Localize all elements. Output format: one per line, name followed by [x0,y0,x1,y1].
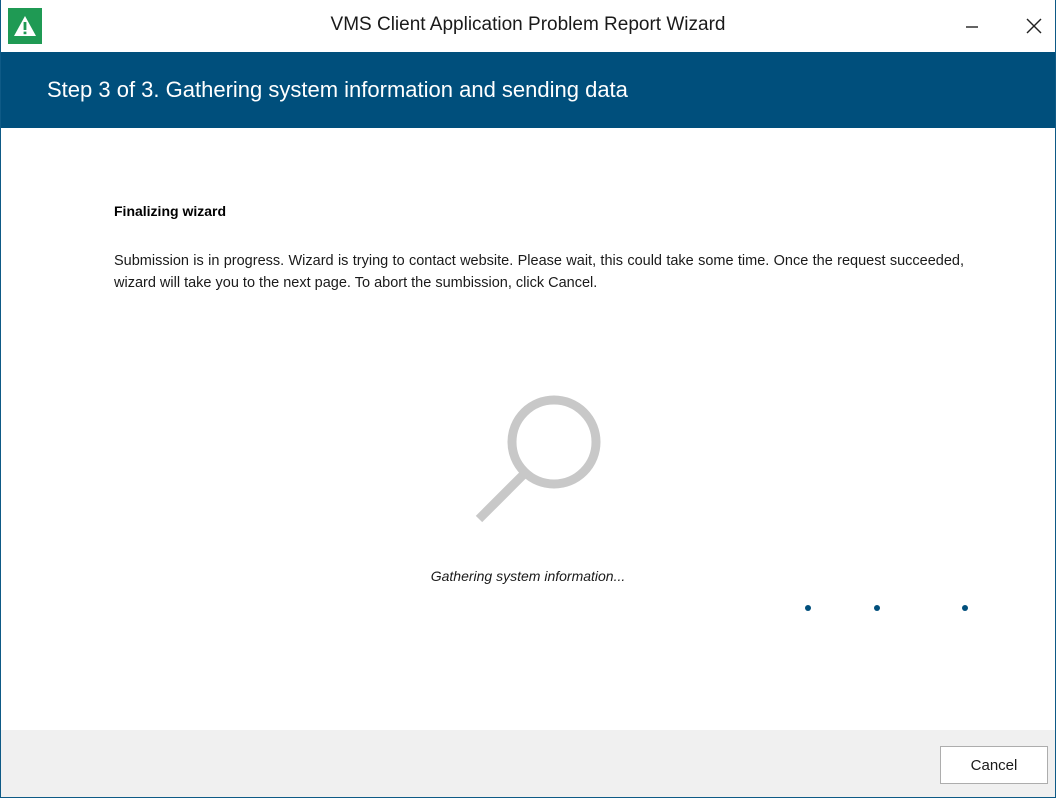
wizard-footer: Cancel [1,730,1055,797]
magnifier-icon [475,395,601,523]
progress-dot [962,605,968,611]
wizard-window: VMS Client Application Problem Report Wi… [0,0,1056,798]
progress-dot [874,605,880,611]
wizard-content: Finalizing wizard Submission is in progr… [1,128,1055,730]
cancel-button[interactable]: Cancel [940,746,1048,784]
section-heading: Finalizing wizard [114,203,227,219]
status-text: Gathering system information... [430,568,626,584]
wizard-header: Step 3 of 3. Gathering system informatio… [1,52,1055,128]
window-title: VMS Client Application Problem Report Wi… [330,14,726,35]
step-title: Step 3 of 3. Gathering system informatio… [47,77,628,102]
minimize-button[interactable] [949,8,995,44]
minimize-icon [966,26,978,28]
title-bar[interactable]: VMS Client Application Problem Report Wi… [1,0,1055,52]
description-text: Submission is in progress. Wizard is try… [114,253,964,291]
close-button[interactable] [1011,8,1056,44]
close-icon [1026,18,1042,34]
progress-dot [805,605,811,611]
